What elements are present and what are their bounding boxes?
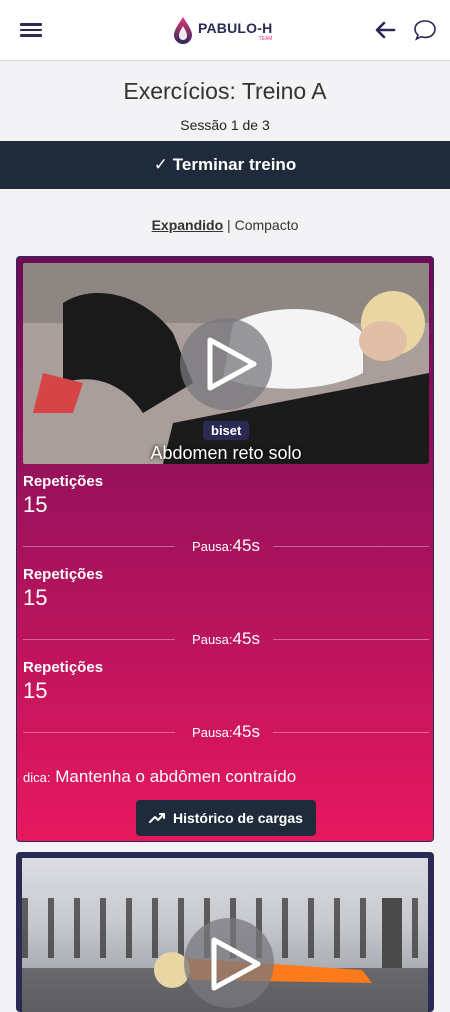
finish-workout-button[interactable]: ✓ Terminar treino (0, 141, 450, 189)
reps-value: 15 (23, 678, 48, 703)
exercise-video[interactable]: biset Abdomen reto solo (23, 263, 429, 464)
top-bar: PABULO-H TEAM (0, 0, 450, 61)
load-history-button[interactable]: Histórico de cargas (136, 800, 316, 836)
pause-label: Pausa: (192, 539, 233, 554)
reps-value: 15 (23, 585, 48, 610)
view-compact-link[interactable]: Compacto (235, 217, 299, 233)
exercise-tip: dica: Mantenha o abdômen contraído (23, 767, 296, 787)
pause-value: 45s (232, 629, 260, 648)
pause-label: Pausa: (192, 632, 233, 647)
brand-name: PABULO-H (198, 20, 273, 36)
logo-drop-icon (174, 17, 192, 44)
view-separator: | (227, 217, 231, 233)
page-title: Exercícios: Treino A (123, 78, 327, 104)
chat-icon[interactable] (412, 18, 438, 42)
pause-3: Pausa:45s (23, 722, 429, 742)
app-logo: PABULO-H TEAM (172, 14, 272, 48)
session-counter: Sessão 1 de 3 (180, 117, 270, 133)
view-expanded-link[interactable]: Expandido (152, 217, 224, 233)
arrow-left-icon[interactable] (374, 20, 396, 40)
reps-value: 15 (23, 492, 48, 517)
set-1: Repetições 15 (23, 473, 103, 518)
exercise-type-badge: biset (203, 421, 250, 440)
brand-sub: TEAM (258, 36, 273, 42)
play-icon (207, 337, 257, 391)
tip-text: Mantenha o abdômen contraído (55, 767, 297, 786)
pause-2: Pausa:45s (23, 629, 429, 649)
tip-label: dica: (23, 770, 51, 785)
video-thumbnail-next[interactable] (22, 858, 428, 1012)
reps-label: Repetições (23, 566, 104, 583)
load-history-label: Histórico de cargas (172, 810, 303, 826)
play-icon (211, 937, 261, 991)
pause-value: 45s (232, 722, 260, 741)
play-button-next[interactable] (184, 918, 274, 1008)
menu-icon[interactable] (20, 20, 42, 40)
view-toggle: Expandido | Compacto (0, 217, 450, 233)
set-2: Repetições 15 (23, 566, 103, 611)
trend-up-icon (149, 813, 166, 823)
set-3: Repetições 15 (23, 659, 103, 704)
play-button[interactable] (180, 318, 272, 410)
exercise-card: biset Abdomen reto solo Repetições 15 Pa… (16, 256, 434, 842)
exercise-name: Abdomen reto solo (150, 443, 302, 463)
reps-label: Repetições (23, 473, 104, 490)
pause-1: Pausa:45s (23, 536, 429, 556)
exercise-card-next (16, 852, 434, 1012)
pause-value: 45s (232, 536, 260, 555)
reps-label: Repetições (23, 659, 104, 676)
pause-label: Pausa: (192, 725, 233, 740)
